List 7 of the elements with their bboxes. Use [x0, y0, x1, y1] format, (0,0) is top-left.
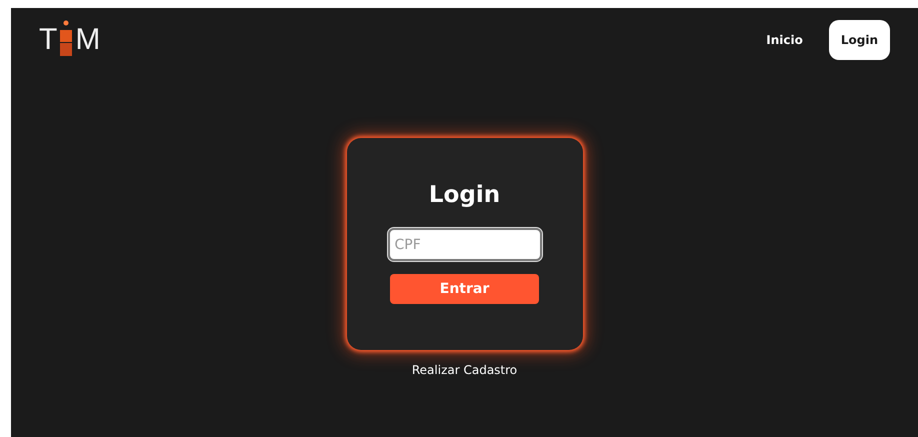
card-title: Login: [428, 182, 500, 208]
logo-letter: T: [39, 23, 58, 57]
nav-link[interactable]: Inicio: [766, 33, 803, 47]
login-button[interactable]: Login: [828, 20, 890, 60]
cpf-field[interactable]: CPF: [388, 228, 542, 261]
logo-letter: M: [75, 23, 100, 57]
register-link[interactable]: Realizar Cadastro: [412, 363, 518, 377]
